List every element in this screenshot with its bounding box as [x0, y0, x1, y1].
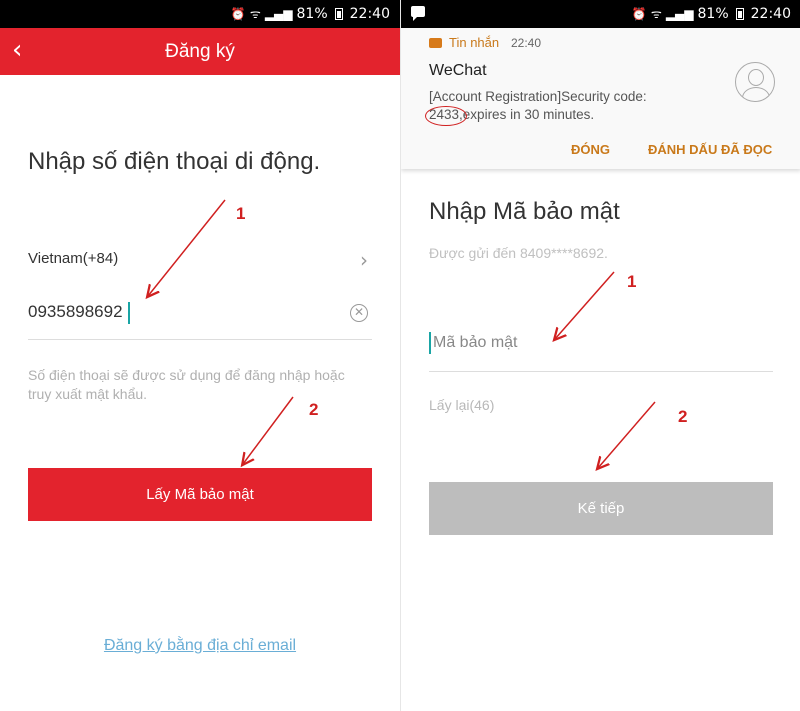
security-code-input[interactable] [433, 334, 733, 352]
get-security-code-button[interactable]: Lấy Mã bảo mật [28, 468, 372, 521]
step-2-label-right: 2 [678, 407, 688, 426]
email-registration-link[interactable]: Đăng ký bằng địa chỉ email [0, 637, 400, 655]
notification-app-name: Tin nhắn [449, 35, 500, 50]
message-notification-icon [411, 6, 425, 21]
status-time: 22:40 [750, 5, 791, 22]
step-1-label-left: 1 [236, 204, 246, 223]
battery-icon [334, 7, 343, 20]
battery-icon [735, 7, 744, 20]
status-bar: ⏰ ᯤ ▂▄▆ 81% 22:40 [0, 0, 400, 28]
chevron-right-icon: › [360, 248, 368, 272]
clear-icon[interactable]: ✕ [350, 304, 368, 322]
notification-body-line2: ,expires in 30 minutes. [459, 107, 595, 122]
signal-icon: ▂▄▆ [264, 6, 293, 21]
page-title: Đăng ký [165, 41, 235, 62]
phone-field: ✕ [28, 300, 372, 340]
next-button[interactable]: Kế tiếp [429, 482, 773, 535]
message-app-icon [429, 38, 442, 48]
step-2-label-left: 2 [309, 400, 319, 419]
code-heading: Nhập Mã bảo mật [429, 198, 620, 225]
phone-number-input[interactable] [28, 302, 328, 322]
phone-registration-screen: ⏰ ᯤ ▂▄▆ 81% 22:40 ‹ Đăng ký Nhập số điện… [0, 0, 400, 711]
alarm-icon: ⏰ [631, 6, 647, 21]
alarm-icon: ⏰ [230, 6, 246, 21]
code-highlight-circle [425, 106, 467, 126]
notification-body-line1: [Account Registration]Security code: [429, 89, 647, 104]
wifi-icon: ᯤ [249, 7, 261, 21]
phone-heading: Nhập số điện thoại di động. [28, 148, 321, 175]
phone-hint: Số điện thoại sẽ được sử dụng để đăng nh… [28, 367, 345, 402]
title-bar: ‹ Đăng ký [0, 28, 400, 75]
country-label: Vietnam(+84) [28, 250, 119, 267]
avatar-icon [735, 62, 775, 102]
signal-icon: ▂▄▆ [665, 6, 694, 21]
security-code-screen: ⏰ ᯤ ▂▄▆ 81% 22:40 Tin nhắn 22:40 WeChat … [400, 0, 800, 711]
mark-as-read-button[interactable]: ĐÁNH DẤU ĐÃ ĐỌC [648, 142, 772, 157]
text-cursor [429, 332, 431, 354]
notification-time: 22:40 [511, 36, 542, 50]
close-notification-button[interactable]: ĐÓNG [571, 142, 610, 157]
step-1-label-right: 1 [627, 272, 637, 291]
sent-to-text: Được gửi đến 8409****8692. [429, 245, 608, 261]
status-bar: ⏰ ᯤ ▂▄▆ 81% 22:40 [401, 0, 800, 28]
wifi-icon: ᯤ [650, 7, 662, 21]
text-cursor [128, 302, 130, 324]
sms-notification[interactable]: Tin nhắn 22:40 WeChat [Account Registrat… [401, 28, 800, 169]
security-code-field [429, 330, 773, 372]
status-time: 22:40 [349, 5, 390, 22]
notification-title: WeChat [429, 62, 487, 79]
battery-percent: 81% [296, 5, 328, 22]
country-selector[interactable]: Vietnam(+84) › [28, 248, 372, 274]
notification-body: [Account Registration]Security code: 243… [429, 88, 729, 124]
resend-code-link[interactable]: Lấy lại(46) [429, 397, 494, 413]
battery-percent: 81% [697, 5, 729, 22]
